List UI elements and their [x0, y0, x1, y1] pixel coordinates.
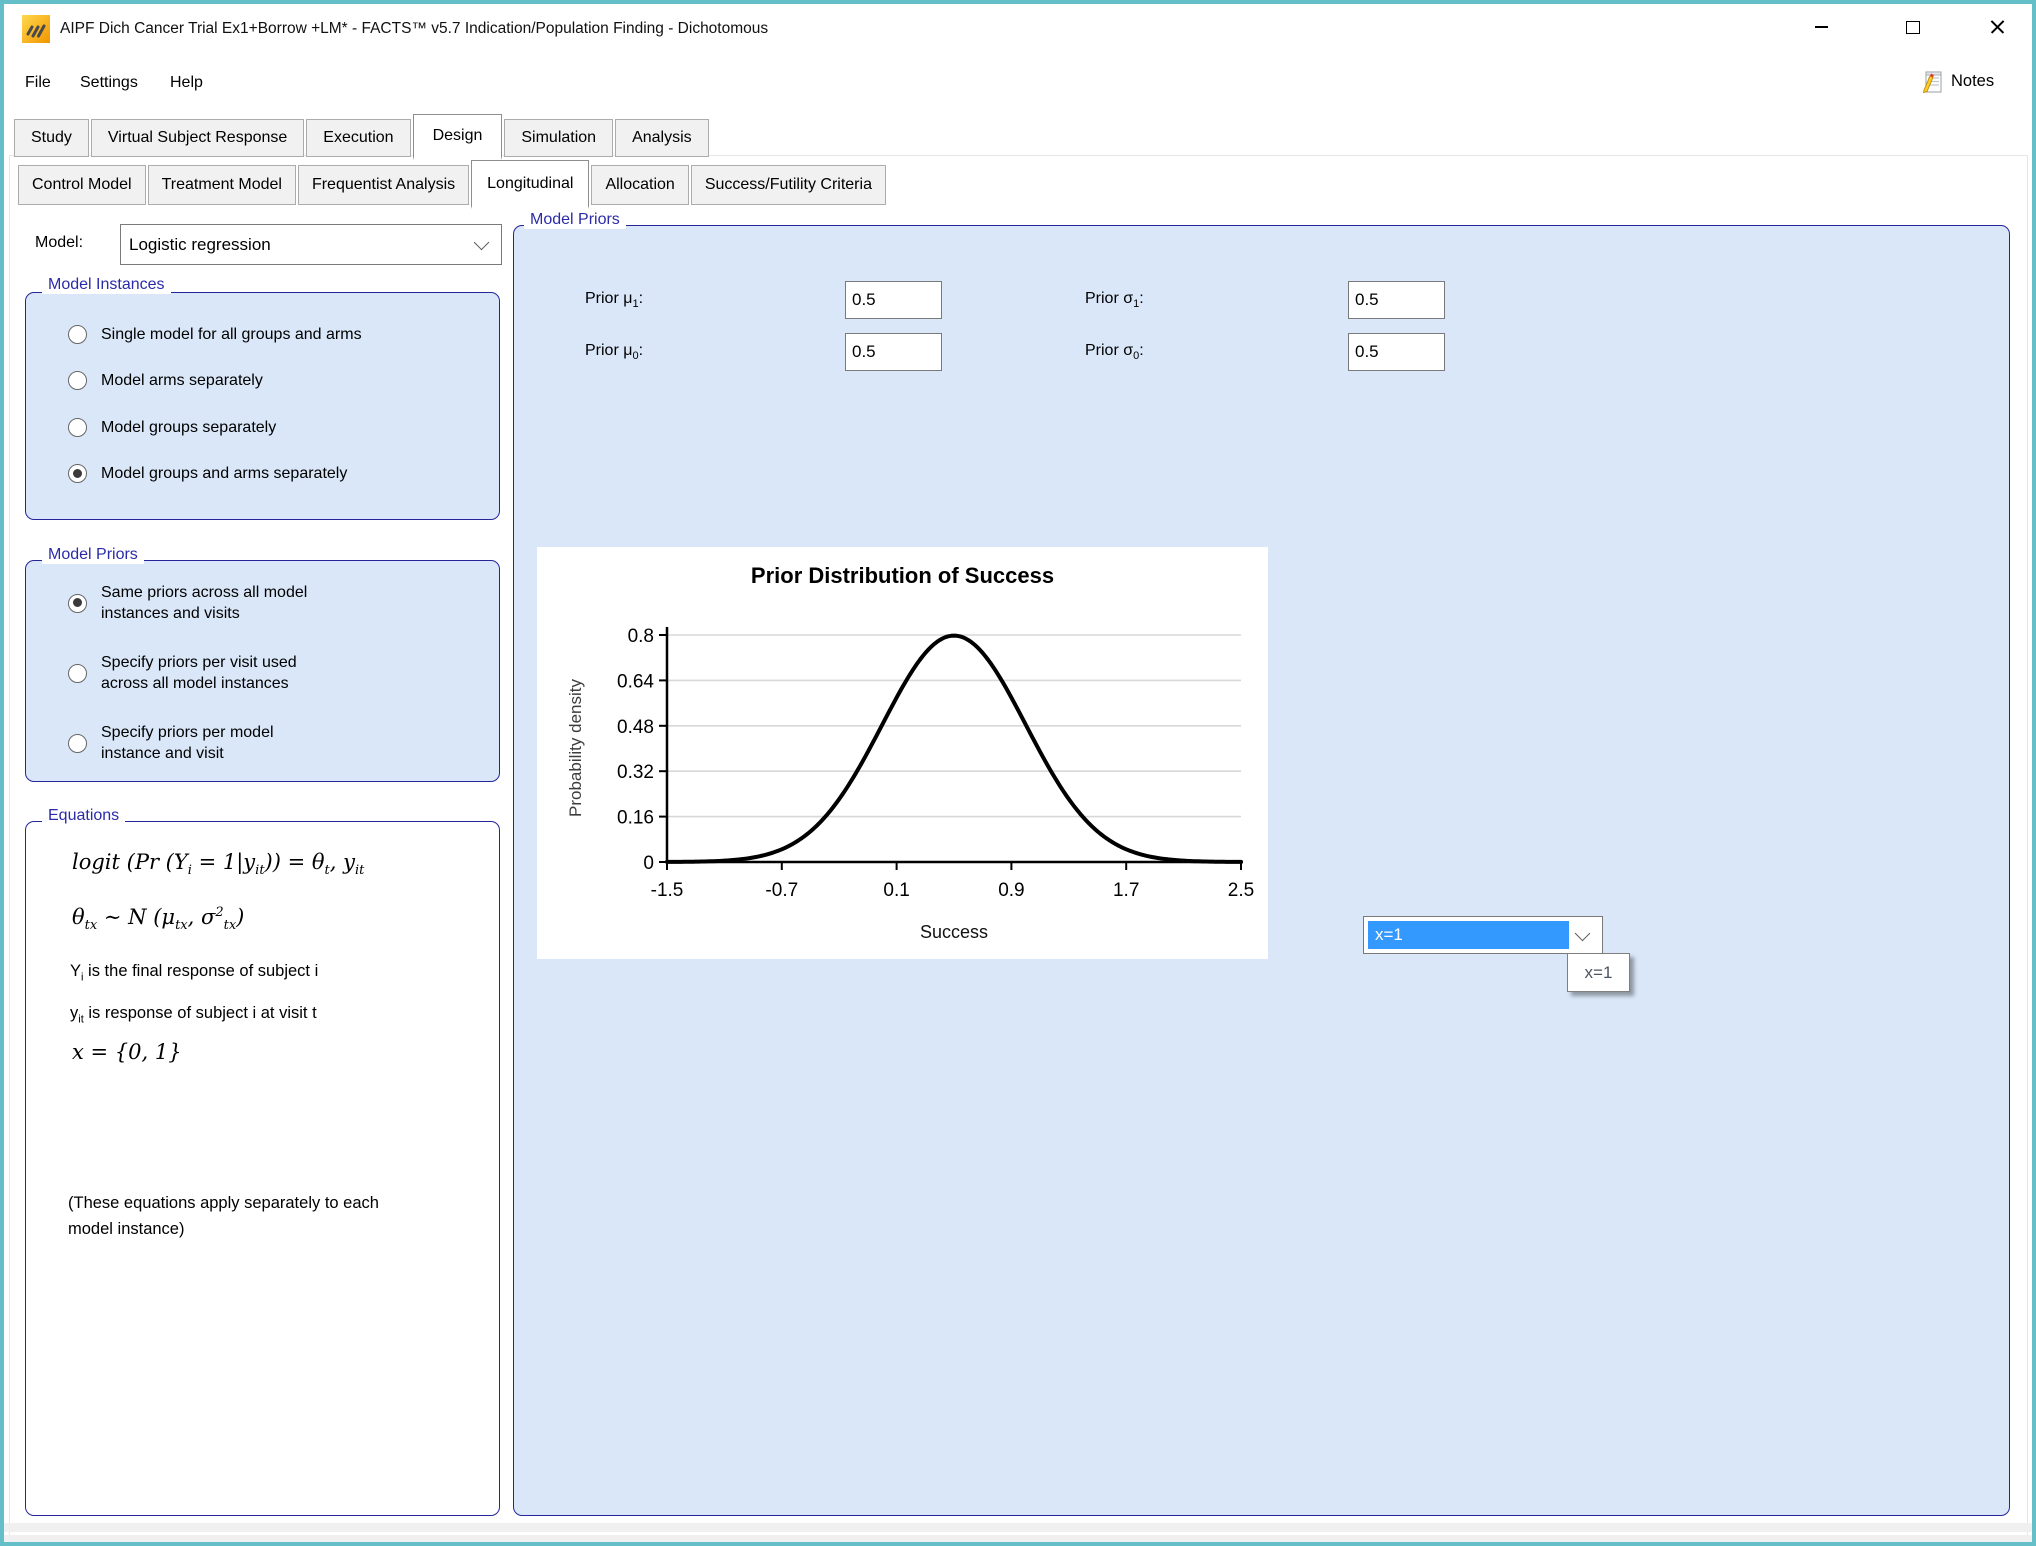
notes-icon [1918, 68, 1945, 95]
prior-sigma1-input[interactable] [1348, 281, 1445, 319]
model-label: Model: [35, 234, 83, 252]
design-tab-strip: Control Model Treatment Model Frequentis… [18, 158, 888, 205]
radio-icon [68, 734, 87, 753]
window-title: AIPF Dich Cancer Trial Ex1+Borrow +LM* -… [60, 20, 768, 38]
prior-distribution-chart: 0 0.16 0.32 0.48 0.64 0.8 -1.5 -0.7 0.1 0.9 1.7 2.5 [537, 547, 1268, 959]
menu-item-file[interactable]: File [25, 74, 51, 92]
menu-item-help[interactable]: Help [170, 74, 203, 92]
model-priors-left-title: Model Priors [42, 546, 144, 564]
maximize-button[interactable] [1880, 4, 1946, 50]
svg-text:0.9: 0.9 [998, 880, 1024, 901]
chart-x-axis-label: Success [667, 922, 1241, 943]
combobox-selected-value: x=1 [1368, 921, 1569, 949]
svg-text:-1.5: -1.5 [651, 880, 684, 901]
notes-label: Notes [1951, 72, 1994, 91]
equation-theta-prior: θtx ∼ N (μtx, σ2tx) [72, 905, 244, 933]
tab-longitudinal[interactable]: Longitudinal [471, 160, 589, 209]
equations-title: Equations [42, 807, 125, 825]
svg-text:0.1: 0.1 [883, 880, 909, 901]
menu-item-settings[interactable]: Settings [80, 74, 138, 92]
svg-text:1.7: 1.7 [1113, 880, 1139, 901]
prior-mu0-input[interactable] [845, 333, 942, 371]
radio-model-groups-separately[interactable]: Model groups separately [68, 417, 276, 438]
radio-icon [68, 464, 87, 483]
status-strip [4, 1523, 2032, 1532]
tab-analysis[interactable]: Analysis [615, 119, 709, 157]
tab-simulation[interactable]: Simulation [504, 119, 613, 157]
equation-x-domain: x = {0, 1} [72, 1040, 182, 1064]
svg-text:0.48: 0.48 [617, 717, 654, 738]
tab-success-futility-criteria[interactable]: Success/Futility Criteria [691, 165, 886, 205]
svg-text:0.64: 0.64 [617, 671, 654, 692]
close-icon [1990, 20, 2005, 35]
notes-button[interactable]: Notes [1918, 68, 1994, 95]
svg-text:0.8: 0.8 [628, 626, 654, 647]
radio-model-arms-separately[interactable]: Model arms separately [68, 370, 263, 391]
chart-title: Prior Distribution of Success [537, 563, 1268, 589]
prior-sigma0-input[interactable] [1348, 333, 1445, 371]
svg-text:0.32: 0.32 [617, 762, 654, 783]
tab-treatment-model[interactable]: Treatment Model [148, 165, 296, 205]
tab-execution[interactable]: Execution [306, 119, 410, 157]
equation-note-y: Yi is the final response of subject i [70, 962, 318, 983]
radio-icon [68, 371, 87, 390]
title-bar[interactable]: AIPF Dich Cancer Trial Ex1+Borrow +LM* -… [4, 4, 2032, 50]
close-button[interactable] [1964, 4, 2030, 50]
model-priors-panel-title: Model Priors [524, 211, 626, 229]
equation-logit: logit (Pr (Yi = 1|yit)) = θt, yit [72, 850, 364, 878]
model-select[interactable]: Logistic regression [120, 224, 502, 265]
model-select-value: Logistic regression [121, 235, 476, 255]
radio-icon [68, 664, 87, 683]
tab-allocation[interactable]: Allocation [591, 165, 688, 205]
menu-bar: File Settings Help Notes [4, 50, 2032, 116]
radio-model-groups-and-arms-separately[interactable]: Model groups and arms separately [68, 463, 347, 484]
prior-mu1-input[interactable] [845, 281, 942, 319]
tab-virtual-subject-response[interactable]: Virtual Subject Response [91, 119, 304, 157]
resize-strip [4, 1535, 2032, 1542]
app-icon [22, 15, 50, 43]
chart-canvas: 0 0.16 0.32 0.48 0.64 0.8 -1.5 -0.7 0.1 0.9 1.7 2.5 [537, 547, 1268, 959]
chevron-down-icon [1575, 926, 1591, 942]
visit-tooltip: x=1 [1567, 953, 1630, 992]
minimize-button[interactable] [1788, 4, 1854, 50]
equation-note-yit: yit is response of subject i at visit t [70, 1004, 317, 1025]
svg-text:0: 0 [643, 853, 654, 874]
maximize-icon [1906, 21, 1920, 34]
chart-y-axis-label: Probability density [566, 679, 586, 817]
radio-priors-per-instance-visit[interactable]: Specify priors per modelinstance and vis… [68, 721, 274, 765]
model-instances-title: Model Instances [42, 276, 171, 294]
tab-control-model[interactable]: Control Model [18, 165, 146, 205]
radio-icon [68, 594, 87, 613]
svg-text:2.5: 2.5 [1228, 880, 1254, 901]
prior-sigma1-label: Prior σ1: [1085, 290, 1144, 310]
tab-study[interactable]: Study [14, 119, 89, 157]
radio-icon [68, 418, 87, 437]
chevron-down-icon [474, 235, 490, 251]
svg-text:0.16: 0.16 [617, 808, 654, 829]
equations-footnote: (These equations apply separately to eac… [68, 1190, 413, 1242]
visit-combobox[interactable]: x=1 [1363, 916, 1603, 954]
tab-frequentist-analysis[interactable]: Frequentist Analysis [298, 165, 469, 205]
prior-sigma0-label: Prior σ0: [1085, 342, 1144, 362]
radio-same-priors[interactable]: Same priors across all modelinstances an… [68, 581, 307, 625]
main-tab-strip: Study Virtual Subject Response Execution… [14, 114, 711, 157]
tab-design[interactable]: Design [413, 114, 503, 160]
radio-single-model[interactable]: Single model for all groups and arms [68, 324, 362, 345]
radio-icon [68, 325, 87, 344]
prior-mu0-label: Prior μ0: [585, 342, 643, 362]
minimize-icon [1815, 26, 1828, 28]
prior-mu1-label: Prior μ1: [585, 290, 643, 310]
radio-priors-per-visit[interactable]: Specify priors per visit usedacross all … [68, 651, 297, 695]
svg-text:-0.7: -0.7 [765, 880, 798, 901]
